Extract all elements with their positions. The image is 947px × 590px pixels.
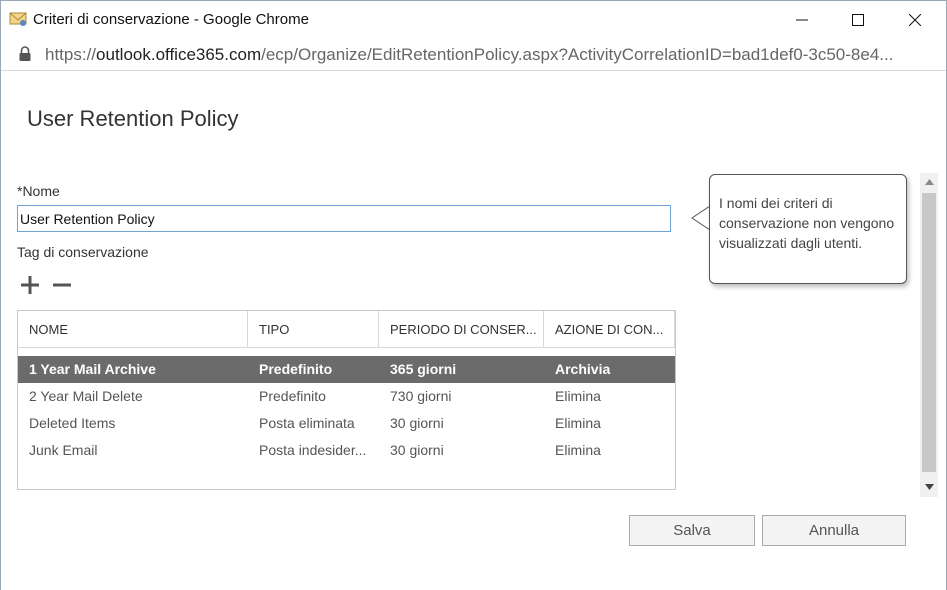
cancel-button[interactable]: Annulla: [762, 515, 906, 546]
plus-icon: [21, 276, 39, 294]
save-button[interactable]: Salva: [629, 515, 755, 546]
cell-period: 730 giorni: [390, 388, 452, 404]
table-header: NOME TIPO PERIODO DI CONSER... AZIONE DI…: [18, 311, 675, 348]
cell-type: Posta indesider...: [259, 442, 367, 458]
page-title: User Retention Policy: [27, 106, 239, 131]
remove-tag-button[interactable]: [51, 275, 73, 295]
vertical-scrollbar[interactable]: [920, 173, 938, 497]
name-help-tooltip: I nomi dei criteri di conservazione non …: [709, 174, 907, 284]
cell-action: Archivia: [555, 361, 611, 377]
cell-name: 2 Year Mail Delete: [29, 388, 143, 404]
url-scheme: https://: [45, 45, 97, 64]
dialog-content: User Retention Policy *Nome Tag di conse…: [1, 72, 946, 590]
add-tag-button[interactable]: [19, 275, 41, 295]
cell-type: Predefinito: [259, 388, 326, 404]
name-field[interactable]: [17, 205, 671, 232]
url-path: /ecp/Organize/EditRetentionPolicy.aspx?A…: [261, 45, 894, 64]
name-label: *Nome: [17, 183, 60, 199]
table-row[interactable]: Deleted Items Posta eliminata 30 giorni …: [18, 410, 675, 437]
cell-name: 1 Year Mail Archive: [29, 361, 156, 377]
table-row[interactable]: 1 Year Mail Archive Predefinito 365 gior…: [18, 356, 675, 383]
scroll-thumb[interactable]: [922, 193, 936, 472]
column-header-type[interactable]: TIPO: [248, 311, 379, 348]
column-header-period[interactable]: PERIODO DI CONSER...: [379, 311, 544, 348]
cell-name: Junk Email: [29, 442, 98, 458]
address-bar[interactable]: https://outlook.office365.com/ecp/Organi…: [1, 39, 946, 71]
lock-icon: [18, 46, 32, 62]
mail-envelope-icon: [9, 11, 27, 27]
minimize-button[interactable]: [779, 1, 825, 39]
cell-name: Deleted Items: [29, 415, 116, 431]
maximize-button[interactable]: [835, 1, 881, 39]
table-row[interactable]: Junk Email Posta indesider... 30 giorni …: [18, 437, 675, 464]
retention-tags-table: NOME TIPO PERIODO DI CONSER... AZIONE DI…: [17, 310, 676, 490]
scroll-down-arrow-icon[interactable]: [920, 478, 938, 496]
cell-period: 30 giorni: [390, 442, 444, 458]
cell-type: Posta eliminata: [259, 415, 355, 431]
column-header-action[interactable]: AZIONE DI CON...: [544, 311, 675, 348]
cell-action: Elimina: [555, 415, 601, 431]
minus-icon: [53, 283, 71, 287]
url-text[interactable]: https://outlook.office365.com/ecp/Organi…: [45, 45, 935, 65]
cell-action: Elimina: [555, 442, 601, 458]
retention-tags-label: Tag di conservazione: [17, 244, 149, 260]
cell-type: Predefinito: [259, 361, 333, 377]
url-host: outlook.office365.com: [96, 45, 262, 64]
table-row[interactable]: 2 Year Mail Delete Predefinito 730 giorn…: [18, 383, 675, 410]
column-header-name[interactable]: NOME: [18, 311, 248, 348]
close-button[interactable]: [892, 1, 938, 39]
scroll-up-arrow-icon[interactable]: [920, 173, 938, 191]
cell-period: 30 giorni: [390, 415, 444, 431]
window-title: Criteri di conservazione - Google Chrome: [33, 11, 309, 28]
cell-period: 365 giorni: [390, 361, 457, 377]
callout-arrow: [691, 206, 711, 230]
browser-window: Criteri di conservazione - Google Chrome…: [0, 0, 947, 590]
cell-action: Elimina: [555, 388, 601, 404]
title-bar: Criteri di conservazione - Google Chrome: [1, 1, 946, 39]
